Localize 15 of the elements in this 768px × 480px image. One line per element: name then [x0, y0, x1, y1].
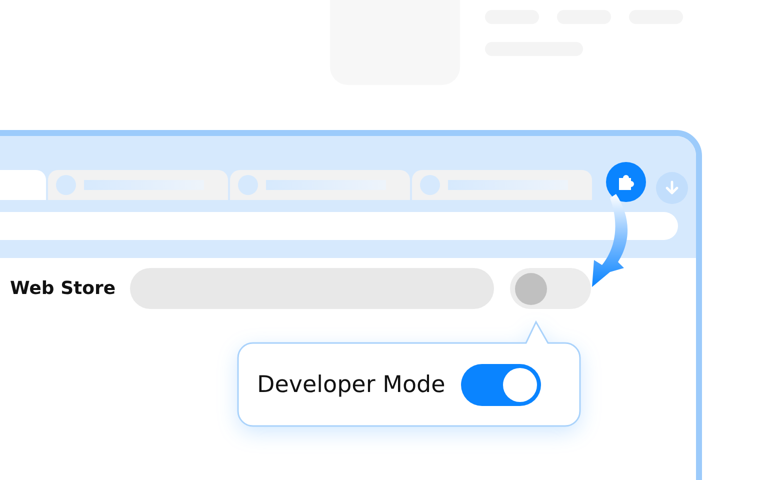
- favicon-icon: [238, 175, 258, 195]
- extensions-button[interactable]: [606, 162, 646, 202]
- toggle-switch[interactable]: [461, 364, 542, 406]
- tab[interactable]: [48, 170, 228, 200]
- tab[interactable]: [230, 170, 410, 200]
- setting-label: Developer Mode: [257, 370, 446, 400]
- download-icon: [664, 180, 680, 196]
- toggle-switch[interactable]: [510, 268, 591, 309]
- tab[interactable]: [412, 170, 592, 200]
- address-bar[interactable]: [0, 212, 678, 240]
- download-button[interactable]: [656, 172, 688, 204]
- setting-label: Web Store: [10, 277, 116, 301]
- favicon-icon: [420, 175, 440, 195]
- puzzle-icon: [616, 172, 636, 192]
- favicon-icon: [56, 175, 76, 195]
